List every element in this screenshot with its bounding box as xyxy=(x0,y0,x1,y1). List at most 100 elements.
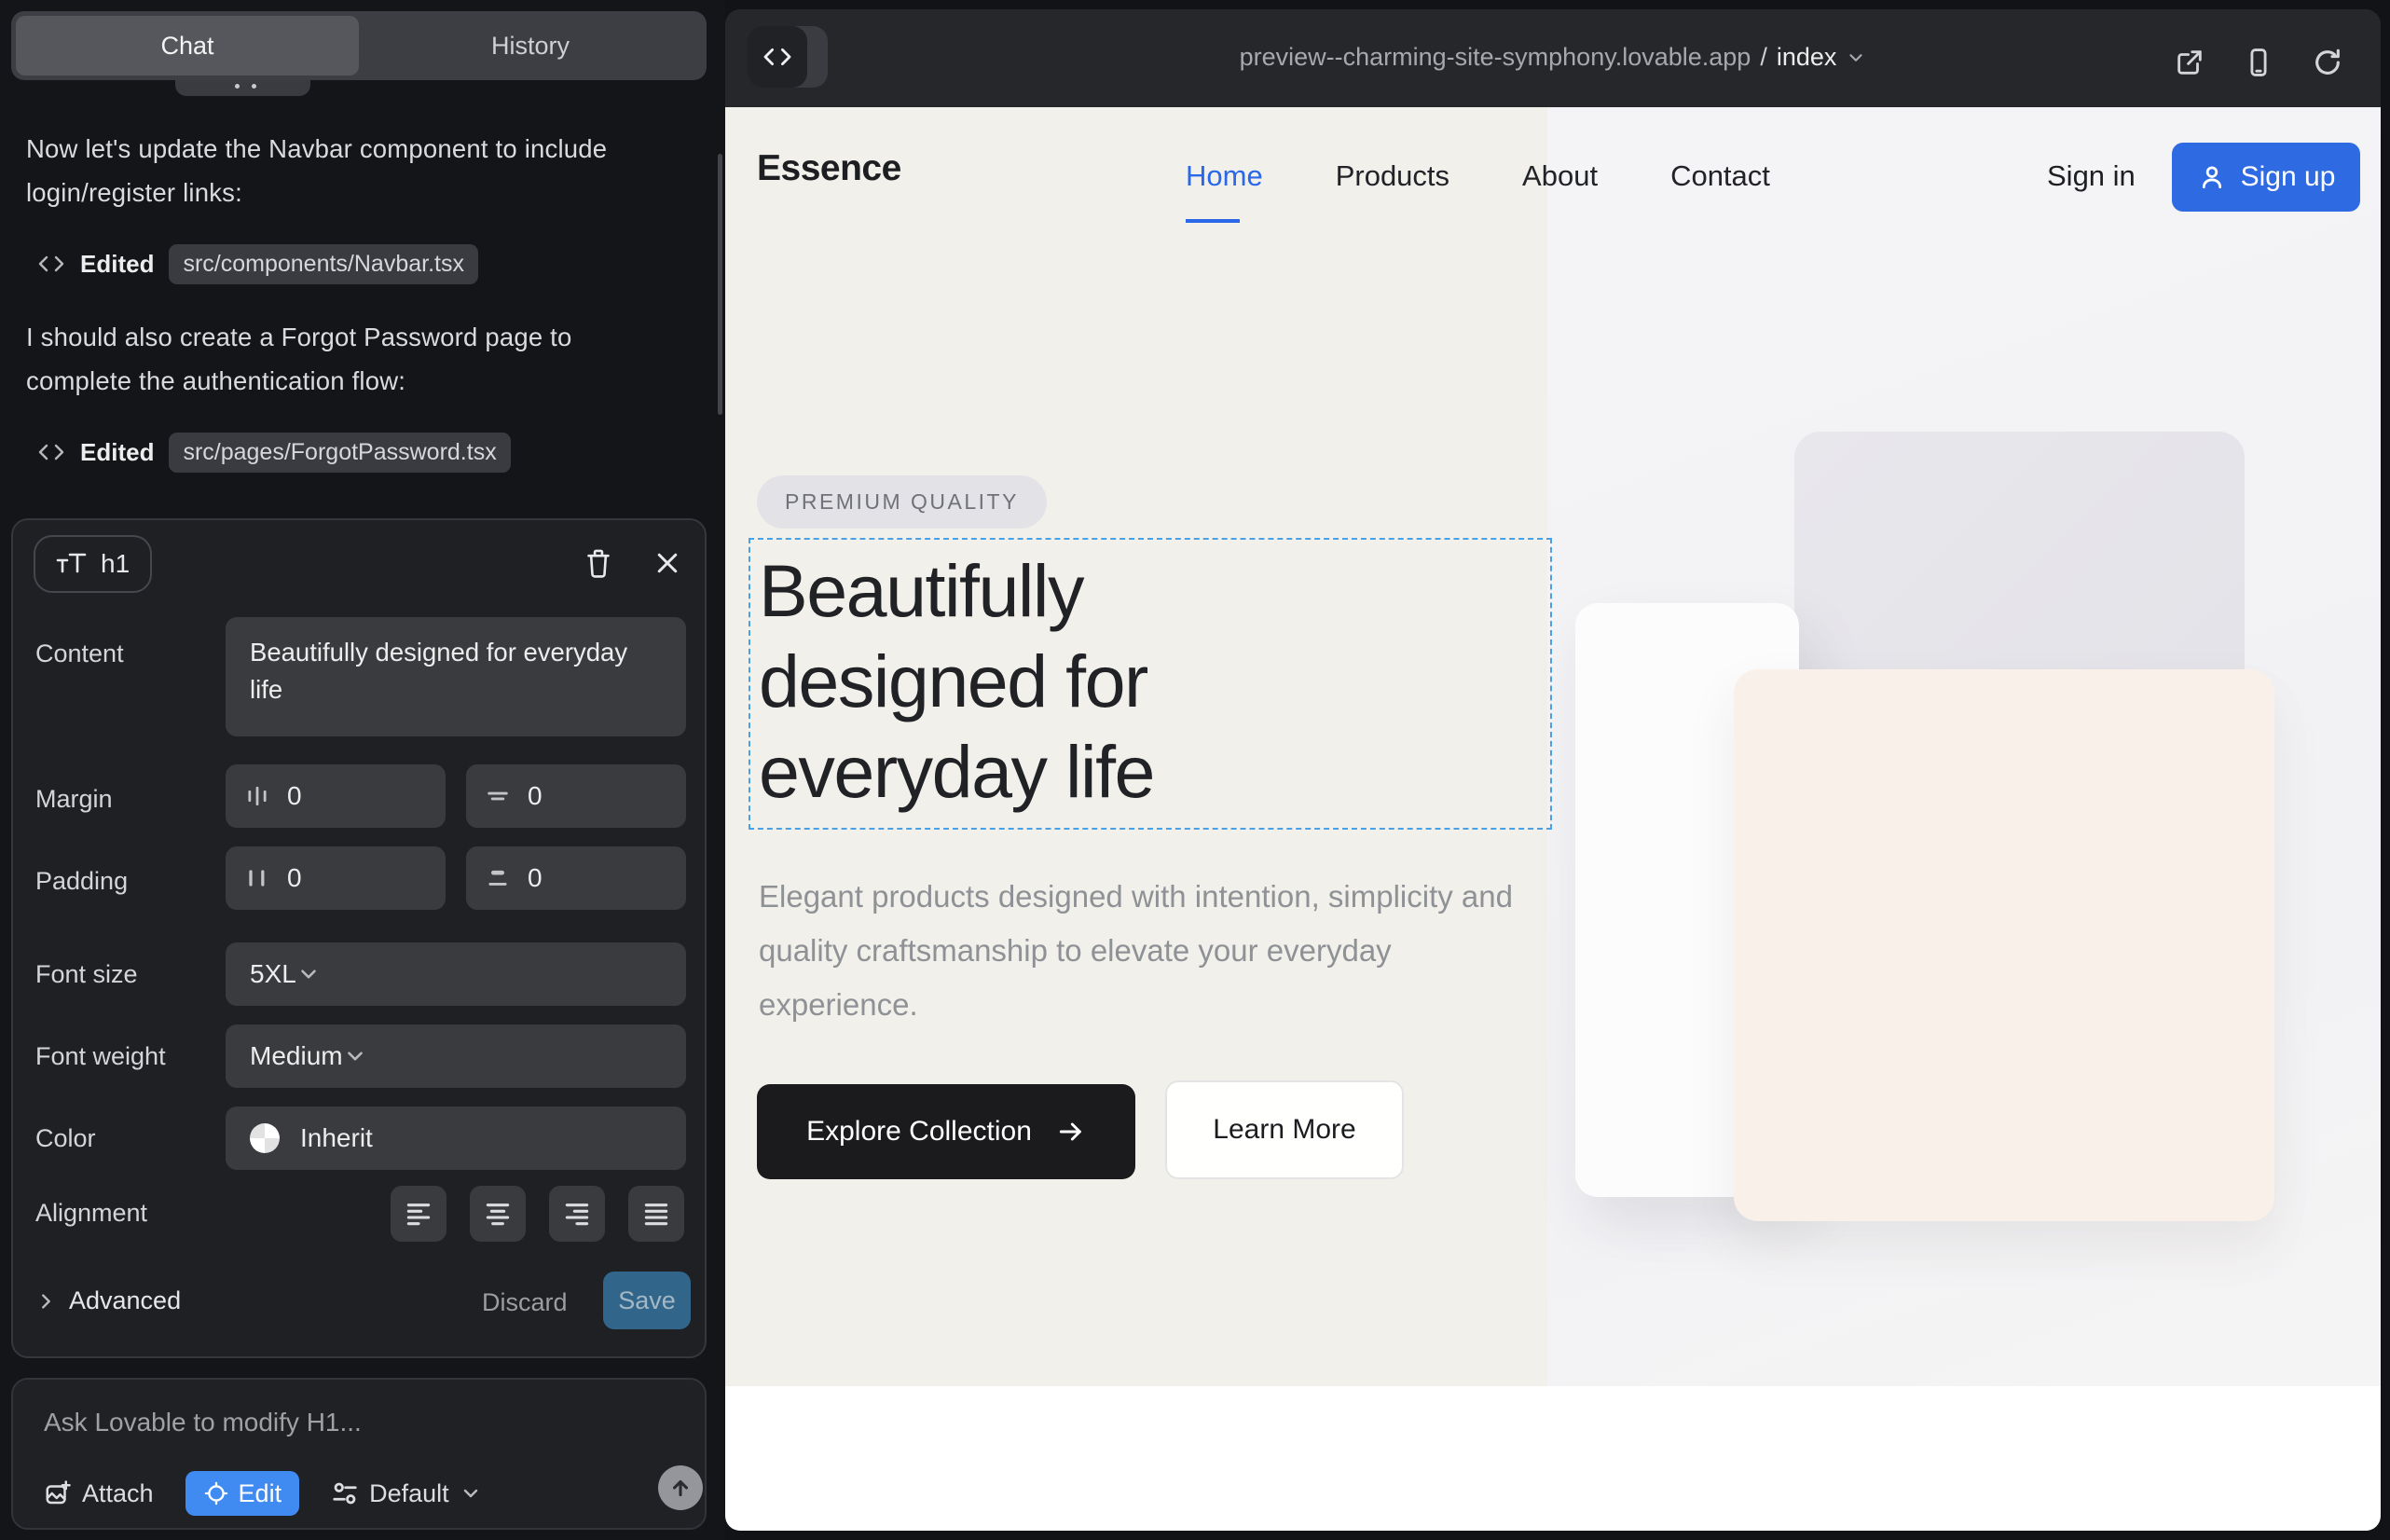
learn-more-label: Learn More xyxy=(1213,1114,1355,1146)
element-tag: h1 xyxy=(101,549,130,579)
tab-chat[interactable]: Chat xyxy=(16,16,359,76)
file-chip[interactable]: src/pages/ForgotPassword.tsx xyxy=(169,433,510,473)
edit-mode-button[interactable]: Edit xyxy=(185,1471,300,1516)
align-left-icon xyxy=(404,1199,433,1229)
arrow-right-icon xyxy=(1056,1117,1086,1147)
hero-description: Elegant products designed with intention… xyxy=(759,870,1523,1032)
chrome-actions xyxy=(2174,47,2343,78)
url-page: index xyxy=(1777,43,1837,72)
chat-history-tabbar: Chat History xyxy=(11,11,707,80)
align-right-button[interactable] xyxy=(549,1186,605,1242)
sidebar-scrollbar[interactable] xyxy=(718,154,722,415)
attach-button[interactable]: Attach xyxy=(44,1479,154,1508)
padding-x-value: 0 xyxy=(287,863,302,893)
nav-link-contact[interactable]: Contact xyxy=(1670,159,1770,193)
margin-y-input[interactable]: 0 xyxy=(466,764,686,828)
discard-button[interactable]: Discard xyxy=(482,1288,568,1317)
hero-headline[interactable]: Beautifully designed for everyday life xyxy=(759,545,1154,817)
font-weight-value: Medium xyxy=(250,1041,343,1071)
url-domain: preview--charming-site-symphony.lovable.… xyxy=(1240,43,1751,72)
sign-up-button[interactable]: Sign up xyxy=(2172,143,2360,212)
sliders-icon xyxy=(331,1479,359,1507)
learn-more-button[interactable]: Learn More xyxy=(1165,1080,1404,1179)
nav-link-about[interactable]: About xyxy=(1522,159,1598,193)
align-justify-button[interactable] xyxy=(628,1186,684,1242)
refresh-button[interactable] xyxy=(2312,47,2343,78)
padding-y-value: 0 xyxy=(528,863,543,893)
headline-line: designed for xyxy=(759,636,1154,726)
attach-label: Attach xyxy=(82,1479,154,1508)
margin-y-value: 0 xyxy=(528,781,543,811)
padding-y-input[interactable]: 0 xyxy=(466,846,686,910)
headline-line: everyday life xyxy=(759,726,1154,817)
save-button[interactable]: Save xyxy=(603,1272,691,1329)
composer-toolbar: Attach Edit Default xyxy=(44,1471,482,1516)
code-icon xyxy=(37,253,65,275)
align-left-button[interactable] xyxy=(391,1186,446,1242)
font-size-select[interactable]: 5XL xyxy=(226,942,686,1006)
alignment-label: Alignment xyxy=(35,1199,147,1228)
code-icon xyxy=(37,441,65,463)
dot xyxy=(235,84,240,89)
margin-label: Margin xyxy=(35,785,113,814)
delete-element-button[interactable] xyxy=(580,544,617,582)
chat-message: I should also create a Forgot Password p… xyxy=(26,315,660,403)
decor-beige-rectangle xyxy=(1734,669,2274,1221)
mode-label: Default xyxy=(369,1479,449,1508)
attach-image-icon xyxy=(44,1479,72,1507)
edit-label: Edit xyxy=(239,1479,282,1508)
margin-vertical-icon xyxy=(485,783,511,809)
chat-composer: Ask Lovable to modify H1... Attach xyxy=(11,1378,707,1530)
color-value: Inherit xyxy=(300,1123,373,1153)
tab-history[interactable]: History xyxy=(359,16,702,76)
site-logo[interactable]: Essence xyxy=(757,148,901,189)
padding-vertical-icon xyxy=(485,865,511,891)
chevron-right-icon xyxy=(35,1291,56,1312)
arrow-up-icon xyxy=(668,1476,693,1500)
nav-link-home[interactable]: Home xyxy=(1186,159,1263,193)
close-panel-button[interactable] xyxy=(649,544,686,582)
mode-select[interactable]: Default xyxy=(331,1479,482,1508)
url-breadcrumb[interactable]: preview--charming-site-symphony.lovable.… xyxy=(725,43,2381,72)
edited-label: Edited xyxy=(80,438,154,467)
edited-file-row[interactable]: Edited src/components/Navbar.tsx xyxy=(37,242,478,285)
chevron-down-icon xyxy=(296,962,321,986)
send-button[interactable] xyxy=(658,1465,703,1510)
element-editor-panel: h1 Content Beautifully designed for ever… xyxy=(11,518,707,1358)
font-size-label: Font size xyxy=(35,960,138,989)
preview-pane: preview--charming-site-symphony.lovable.… xyxy=(725,9,2381,1531)
open-external-button[interactable] xyxy=(2174,47,2205,78)
sign-up-label: Sign up xyxy=(2241,161,2336,193)
chat-message: Now let's update the Navbar component to… xyxy=(26,127,660,214)
margin-x-input[interactable]: 0 xyxy=(226,764,446,828)
dot xyxy=(252,84,256,89)
chevron-down-icon xyxy=(460,1482,482,1505)
chevron-down-icon xyxy=(343,1044,367,1068)
site-page: Essence Home Products About Contact Sign… xyxy=(725,107,2381,1531)
margin-horizontal-icon xyxy=(244,783,270,809)
edited-label: Edited xyxy=(80,250,154,279)
align-center-button[interactable] xyxy=(470,1186,526,1242)
sign-in-link[interactable]: Sign in xyxy=(2047,159,2136,193)
edited-file-row[interactable]: Edited src/pages/ForgotPassword.tsx xyxy=(37,431,511,474)
selected-element-badge: h1 xyxy=(34,535,152,593)
file-chip[interactable]: src/components/Navbar.tsx xyxy=(169,244,478,284)
explore-collection-button[interactable]: Explore Collection xyxy=(757,1084,1135,1179)
typography-icon xyxy=(56,550,88,578)
premium-quality-badge: PREMIUM QUALITY xyxy=(757,475,1047,529)
user-icon xyxy=(2197,162,2227,192)
headline-line: Beautifully xyxy=(759,545,1154,636)
nav-link-products[interactable]: Products xyxy=(1336,159,1449,193)
color-picker[interactable]: Inherit xyxy=(226,1107,686,1170)
content-input[interactable]: Beautifully designed for everyday life xyxy=(226,617,686,736)
align-center-icon xyxy=(483,1199,513,1229)
advanced-toggle[interactable]: Advanced xyxy=(35,1286,181,1315)
align-right-icon xyxy=(562,1199,592,1229)
target-icon xyxy=(203,1480,229,1506)
mobile-view-button[interactable] xyxy=(2243,47,2274,78)
padding-x-input[interactable]: 0 xyxy=(226,846,446,910)
composer-input[interactable]: Ask Lovable to modify H1... xyxy=(44,1408,362,1437)
padding-label: Padding xyxy=(35,867,128,896)
clipped-chip xyxy=(175,80,310,96)
font-weight-select[interactable]: Medium xyxy=(226,1024,686,1088)
